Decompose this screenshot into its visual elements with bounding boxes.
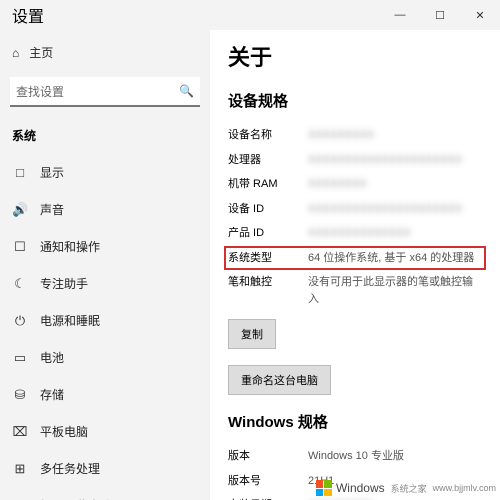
battery-icon: ▭ (12, 350, 28, 366)
sidebar-item-存储[interactable]: ⛁ 存储 (0, 376, 210, 413)
watermark: Windows 系统之家 www.bjjmlv.com (316, 480, 496, 496)
sidebar-item-电源和睡眠[interactable]: ⏻ 电源和睡眠 (0, 302, 210, 339)
sidebar-item-专注助手[interactable]: ☾ 专注助手 (0, 265, 210, 302)
row-device-name: 设备名称 XXXXXXXXX (228, 123, 482, 148)
content-about: 关于 设备规格 设备名称 XXXXXXXXX 处理器 XXXXXXXXXXXXX… (210, 30, 500, 500)
device-spec-heading: 设备规格 (228, 90, 482, 111)
sidebar: ⌂ 主页 查找设置 🔍 系统 □ 显示 🔊 声音 ☐ 通知和操作 ☾ 专注助手 ⏻ 电源和睡眠 ▭ 电… (0, 30, 210, 500)
sidebar-item-label: 显示 (40, 164, 64, 181)
row-device-id: 设备 ID XXXXXXXXXXXXXXXXXXXXX (228, 197, 482, 222)
row-edition: 版本 Windows 10 专业版 (228, 444, 482, 469)
notifications-icon: ☐ (12, 239, 28, 255)
tablet-icon: ⌧ (12, 424, 28, 440)
sidebar-item-label: 电源和睡眠 (40, 312, 100, 329)
titlebar: 设置 — ☐ ✕ (0, 0, 500, 30)
row-processor: 处理器 XXXXXXXXXXXXXXXXXXXXX (228, 148, 482, 173)
sidebar-item-label: 存储 (40, 386, 64, 403)
sidebar-item-多任务处理[interactable]: ⊞ 多任务处理 (0, 450, 210, 487)
sidebar-item-label: 专注助手 (40, 275, 88, 292)
sidebar-item-label: 多任务处理 (40, 460, 100, 477)
focus-icon: ☾ (12, 276, 28, 292)
sidebar-item-label: 电池 (40, 349, 64, 366)
sidebar-item-平板电脑[interactable]: ⌧ 平板电脑 (0, 413, 210, 450)
maximize-button[interactable]: ☐ (420, 0, 460, 30)
minimize-button[interactable]: — (380, 0, 420, 30)
sidebar-item-label: 通知和操作 (40, 238, 100, 255)
search-icon: 🔍 (179, 84, 194, 98)
watermark-url: www.bjjmlv.com (433, 483, 496, 493)
sidebar-item-label: 声音 (40, 201, 64, 218)
search-placeholder: 查找设置 (16, 83, 64, 100)
display-icon: □ (12, 165, 28, 180)
sidebar-item-投影到此电脑[interactable]: ▣投影到此电脑 (0, 487, 210, 500)
row-system-type: 系统类型 64 位操作系统, 基于 x64 的处理器 (224, 246, 486, 271)
power-icon: ⏻ (12, 313, 28, 329)
storage-icon: ⛁ (12, 387, 28, 403)
sound-icon: 🔊 (12, 202, 28, 218)
row-ram: 机带 RAM XXXXXXXX (228, 172, 482, 197)
sidebar-item-通知和操作[interactable]: ☐ 通知和操作 (0, 228, 210, 265)
windows-spec-heading: Windows 规格 (228, 411, 482, 432)
section-system: 系统 (0, 121, 210, 154)
sidebar-item-声音[interactable]: 🔊 声音 (0, 191, 210, 228)
row-product-id: 产品 ID XXXXXXXXXXXXXX (228, 221, 482, 246)
home-nav[interactable]: ⌂ 主页 (0, 38, 210, 67)
rename-pc-button[interactable]: 重命名这台电脑 (228, 365, 331, 395)
home-icon: ⌂ (12, 46, 19, 60)
close-button[interactable]: ✕ (460, 0, 500, 30)
multitask-icon: ⊞ (12, 461, 28, 477)
row-pen-touch: 笔和触控 没有可用于此显示器的笔或触控输入 (228, 270, 482, 311)
windows-logo-icon (316, 480, 332, 496)
window-controls: — ☐ ✕ (380, 0, 500, 30)
sidebar-item-label: 平板电脑 (40, 423, 88, 440)
copy-button[interactable]: 复制 (228, 319, 276, 349)
search-input[interactable]: 查找设置 🔍 (10, 77, 200, 107)
watermark-brand: Windows (336, 481, 385, 495)
page-title: 关于 (228, 40, 482, 72)
home-label: 主页 (29, 44, 53, 61)
sidebar-item-显示[interactable]: □ 显示 (0, 154, 210, 191)
sidebar-item-电池[interactable]: ▭ 电池 (0, 339, 210, 376)
window-title: 设置 (12, 3, 44, 27)
watermark-sub: 系统之家 (391, 482, 427, 495)
